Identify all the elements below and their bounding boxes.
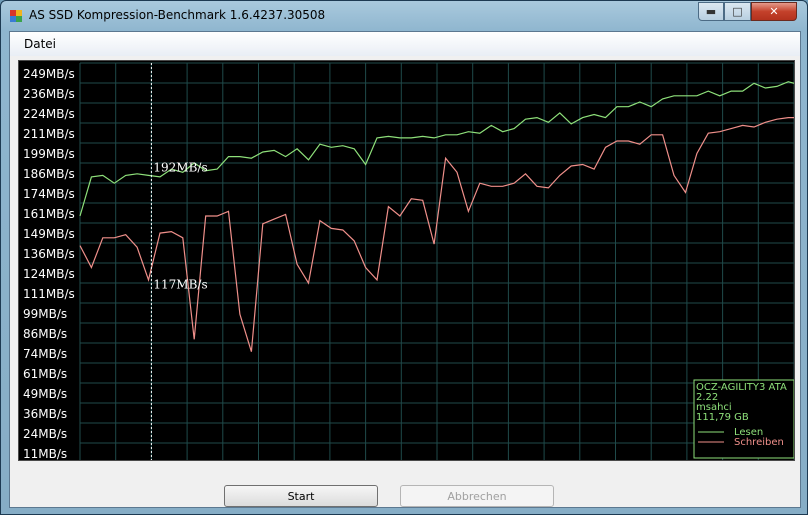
legend-info-text: 111,79 GB (696, 412, 749, 423)
y-tick-label: 99MB/s (23, 307, 67, 321)
window-title: AS SSD Kompression-Benchmark 1.6.4237.30… (29, 8, 326, 22)
y-tick-label: 249MB/s (23, 67, 75, 81)
minimize-button[interactable]: ▬ (698, 2, 724, 21)
y-tick-label: 49MB/s (23, 387, 67, 401)
y-tick-label: 224MB/s (23, 107, 75, 121)
compression-chart: 249MB/s 236MB/s 224MB/s 211MB/s 199MB/s 186MB… (23, 62, 795, 477)
y-tick-label: 61MB/s (23, 367, 67, 381)
y-tick-label: 111MB/s (23, 287, 75, 301)
chart-area: 249MB/s 236MB/s 224MB/s 211MB/s 199MB/s 186MB… (18, 60, 795, 477)
y-tick-label: 24MB/s (23, 427, 67, 441)
y-tick-label: 74MB/s (23, 347, 67, 361)
y-tick-label: 11MB/s (23, 447, 67, 460)
abort-button[interactable]: Abbrechen (400, 485, 554, 507)
marker-value-label: 192MB/s (153, 160, 207, 174)
legend-write-label: Schreiben (734, 437, 784, 448)
y-tick-label: 174MB/s (23, 187, 75, 201)
marker-value-label: 117MB/s (153, 277, 207, 291)
start-button[interactable]: Start (224, 485, 378, 507)
y-tick-label: 149MB/s (23, 227, 75, 241)
maximize-button[interactable]: □ (724, 2, 751, 21)
y-tick-label: 186MB/s (23, 167, 75, 181)
y-tick-label: 86MB/s (23, 327, 67, 341)
y-tick-label: 161MB/s (23, 207, 75, 221)
y-tick-label: 211MB/s (23, 127, 75, 141)
app-logo-icon (10, 10, 22, 22)
y-tick-label: 236MB/s (23, 87, 75, 101)
y-tick-label: 136MB/s (23, 247, 75, 261)
title-bar[interactable]: AS SSD Kompression-Benchmark 1.6.4237.30… (1, 1, 807, 31)
y-tick-label: 36MB/s (23, 407, 67, 421)
app-window: AS SSD Kompression-Benchmark 1.6.4237.30… (0, 0, 808, 515)
client-area: Datei 249MB/s 236MB/s 224MB/s 211MB/s 199MB/… (9, 31, 801, 508)
y-tick-label: 199MB/s (23, 147, 75, 161)
menu-item-datei[interactable]: Datei (24, 37, 56, 51)
close-button[interactable]: ✕ (751, 2, 797, 21)
menu-bar: Datei (10, 32, 800, 56)
y-tick-label: 124MB/s (23, 267, 75, 281)
